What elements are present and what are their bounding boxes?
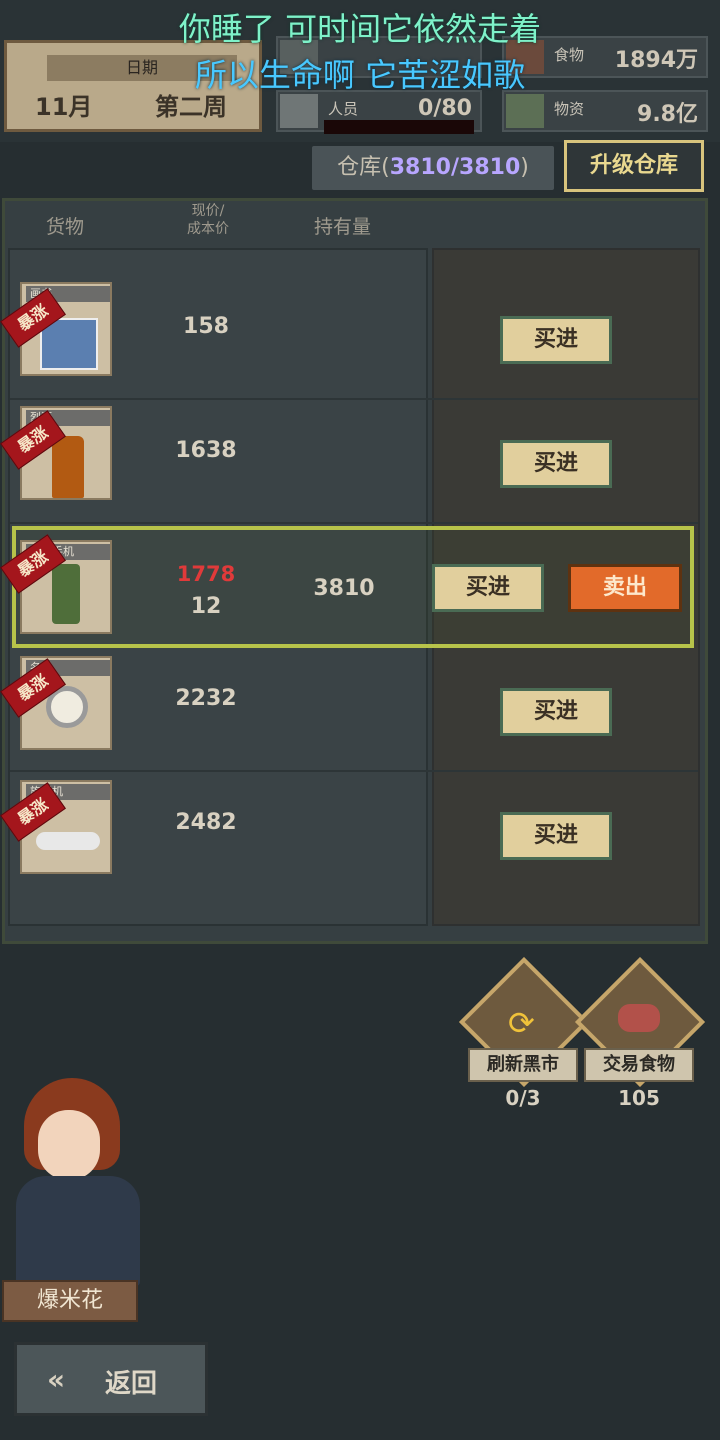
buy-button[interactable]: 买进 (500, 440, 612, 488)
buy-button[interactable]: 买进 (432, 564, 544, 612)
row-cost-price: 12 (190, 594, 222, 619)
row-divider (10, 522, 698, 524)
header-holding: 持有量 (314, 216, 372, 238)
refresh-market-button[interactable]: 刷新黑市 (468, 1048, 578, 1082)
header-price: 现价/ 成本价 (180, 202, 236, 238)
money-stack-icon (506, 94, 544, 128)
back-label: 返回 (105, 1369, 158, 1399)
lyric-line-2: 所以生命啊 它苦涩如歌 (194, 56, 526, 94)
row-price: 2482 (175, 810, 237, 835)
people-stat-label: 人员 (328, 100, 359, 118)
buy-button[interactable]: 买进 (500, 316, 612, 364)
refresh-market-count: 0/3 (505, 1086, 541, 1110)
trade-food-button[interactable]: 交易食物 (584, 1048, 694, 1082)
warehouse-label: 仓库 (337, 155, 382, 180)
people-progress-bar (324, 120, 474, 134)
row-divider (10, 398, 698, 400)
supplies-stat-label: 物资 (554, 100, 585, 118)
row-price: 158 (183, 314, 229, 339)
warehouse-value: 3810/3810 (389, 155, 521, 180)
back-arrow-icon: « (47, 1363, 66, 1396)
upgrade-warehouse-button[interactable]: 升级仓库 (564, 140, 704, 192)
gyrocopter-icon (36, 832, 100, 850)
steak-icon (618, 1004, 660, 1032)
supplies-stat: 物资 9.8亿 (502, 90, 708, 132)
row-price: 2232 (175, 686, 237, 711)
people-stat-value: 0/80 (418, 96, 472, 121)
buy-button[interactable]: 买进 (500, 812, 612, 860)
supplies-stat-value: 9.8亿 (637, 102, 698, 127)
character-portrait (10, 1070, 150, 1290)
back-button[interactable]: « 返回 (14, 1342, 208, 1416)
buy-button[interactable]: 买进 (500, 688, 612, 736)
sell-button[interactable]: 卖出 (568, 564, 682, 612)
row-price: 1638 (175, 438, 237, 463)
warehouse-capacity: 仓库(3810/3810) (312, 146, 554, 190)
character-name: 爆米花 (2, 1280, 138, 1322)
whiskey-bottle-icon (52, 436, 84, 498)
row-price-current: 1778 (176, 562, 236, 586)
trade-food-count: 105 (618, 1086, 660, 1110)
header-price-line1: 现价/ (191, 203, 225, 219)
lyric-line-1: 你睡了 可时间它依然走着 (178, 10, 542, 48)
header-goods: 货物 (46, 216, 85, 238)
character-jacket (16, 1176, 140, 1286)
refresh-arrows-icon: ⟳ (508, 1004, 535, 1042)
satellite-phone-icon (52, 564, 80, 624)
row-divider (10, 770, 698, 772)
person-icon (280, 94, 318, 128)
character-face (38, 1110, 100, 1180)
row-holding: 3810 (313, 576, 375, 601)
header-price-line2: 成本价 (187, 221, 229, 237)
